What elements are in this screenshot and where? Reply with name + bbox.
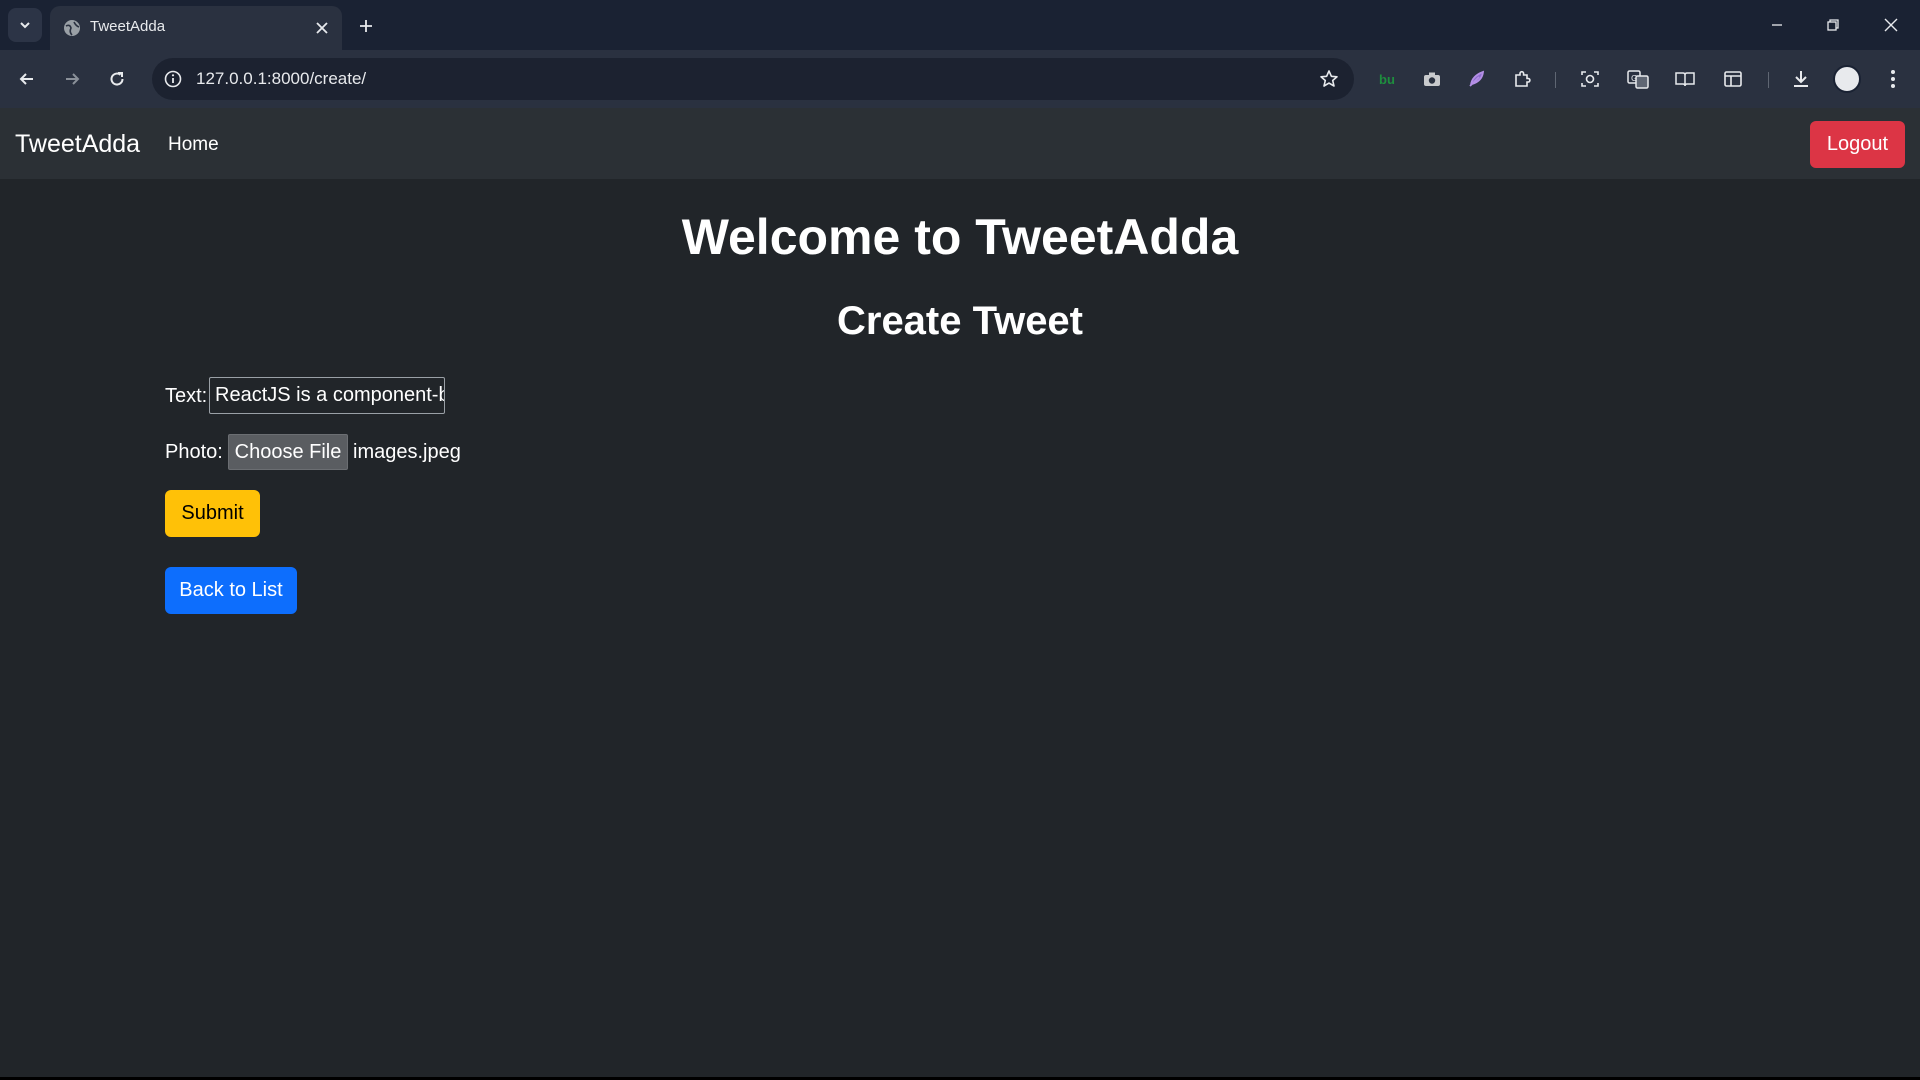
nav-link-home[interactable]: Home [168, 134, 219, 156]
arrow-right-icon [66, 73, 80, 85]
browser-toolbar: 127.0.0.1:8000/create/ bu G [0, 50, 1920, 108]
reload-icon [110, 72, 124, 86]
page-title: Welcome to TweetAdda [681, 209, 1239, 265]
close-icon [316, 22, 328, 34]
browser-tabstrip: TweetAdda [0, 0, 1920, 50]
selected-file-name: images.jpeg [353, 441, 461, 463]
side-panel-button[interactable] [1718, 64, 1748, 94]
minimize-button[interactable] [1762, 10, 1792, 40]
translate-button[interactable]: G [1623, 64, 1653, 94]
submit-button[interactable]: Submit [165, 490, 260, 537]
bu-extension-button[interactable]: bu [1372, 64, 1402, 94]
text-label: Text: [165, 385, 208, 407]
back-to-list-button[interactable]: Back to List [165, 567, 297, 614]
restore-icon [1827, 19, 1839, 31]
toolbar-separator [1768, 72, 1769, 88]
translate-icon: G [1627, 70, 1649, 89]
page-subtitle: Create Tweet [836, 299, 1083, 343]
screenshot-button[interactable] [1575, 64, 1605, 94]
camera-icon [1424, 72, 1440, 86]
toolbar-separator [1555, 72, 1556, 88]
profile-avatar[interactable] [1833, 65, 1861, 93]
bu-extension-icon: bu [1379, 71, 1395, 87]
forward-nav-button[interactable] [56, 63, 88, 95]
camera-extension-button[interactable] [1417, 64, 1447, 94]
browser-menu-button[interactable] [1878, 64, 1908, 94]
reading-mode-button[interactable] [1670, 64, 1700, 94]
bookmark-button[interactable] [1318, 68, 1340, 90]
url-text: 127.0.0.1:8000/create/ [196, 69, 367, 88]
feather-icon [1469, 70, 1485, 87]
more-vertical-icon [1891, 70, 1895, 88]
svg-text:G: G [1631, 74, 1637, 83]
globe-icon [64, 20, 80, 36]
reading-mode-icon [1675, 72, 1695, 87]
reload-button[interactable] [101, 63, 133, 95]
choose-file-button[interactable]: Choose File [228, 434, 348, 470]
plus-icon [360, 20, 372, 32]
info-icon [164, 70, 182, 88]
feather-extension-button[interactable] [1462, 64, 1492, 94]
puzzle-icon [1515, 70, 1531, 87]
address-bar[interactable]: 127.0.0.1:8000/create/ [152, 58, 1354, 100]
new-tab-button[interactable] [352, 12, 380, 40]
close-window-button[interactable] [1876, 10, 1906, 40]
downloads-button[interactable] [1786, 64, 1816, 94]
screenshot-icon [1581, 71, 1599, 87]
minimize-icon [1772, 24, 1782, 26]
photo-label: Photo: [165, 441, 223, 463]
tab-search-button[interactable] [8, 8, 42, 42]
tweet-text-input[interactable]: ReactJS is a component-b [209, 377, 445, 414]
download-icon [1794, 71, 1808, 87]
tab-title: TweetAdda [90, 18, 166, 35]
arrow-left-icon [19, 73, 33, 85]
sidebar-icon [1724, 71, 1742, 87]
navbar-brand[interactable]: TweetAdda [15, 130, 140, 159]
close-icon [1884, 18, 1898, 32]
site-navbar: TweetAdda Home Logout [0, 108, 1920, 179]
restore-button[interactable] [1818, 10, 1848, 40]
logout-button[interactable]: Logout [1810, 121, 1905, 168]
extensions-button[interactable] [1507, 64, 1537, 94]
star-icon [1320, 70, 1338, 87]
back-nav-button[interactable] [11, 63, 43, 95]
browser-tab[interactable]: TweetAdda [50, 6, 342, 50]
tab-close-button[interactable] [312, 18, 332, 38]
site-info-button[interactable] [162, 68, 184, 90]
chevron-down-icon [20, 22, 30, 29]
